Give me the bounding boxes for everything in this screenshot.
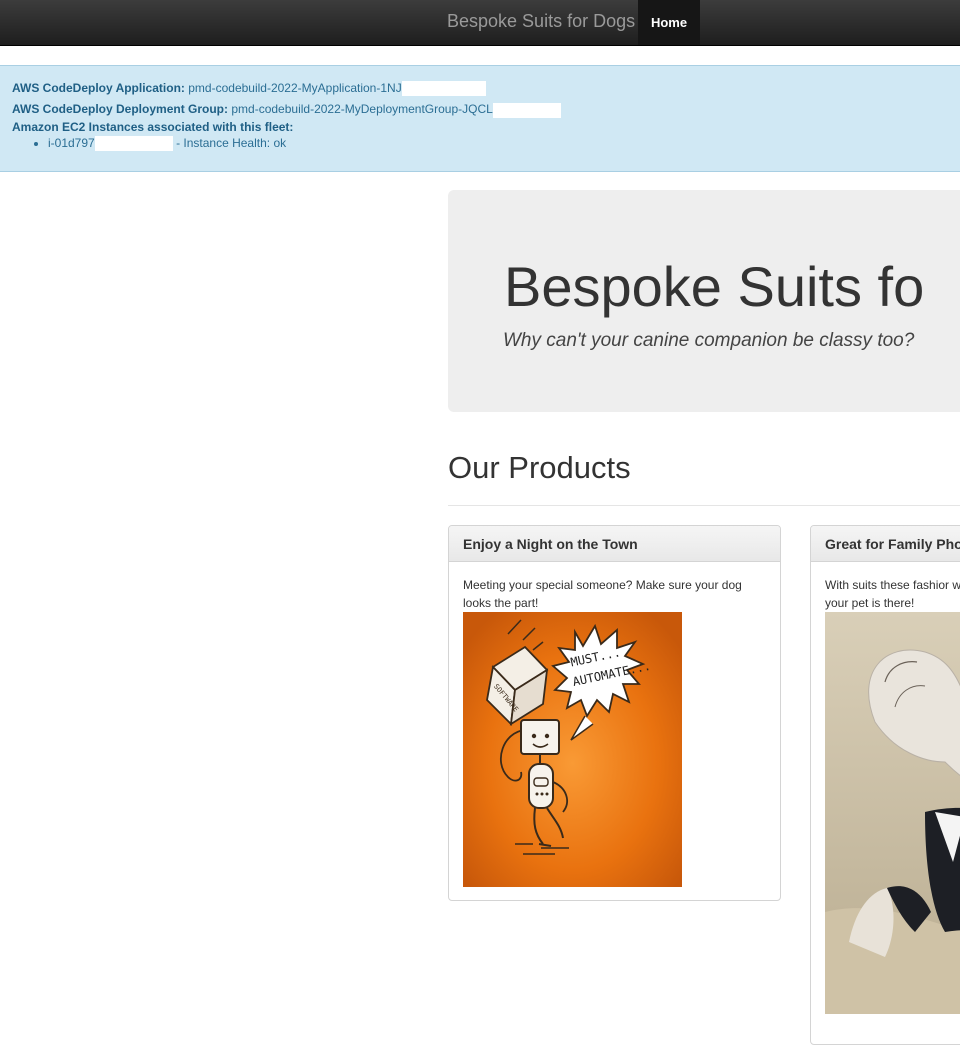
panel-body: With suits these fashior why your pet is… [811, 562, 960, 1014]
hero-title: Bespoke Suits fo [504, 255, 925, 318]
redacted-block [94, 135, 173, 151]
deployment-group-label: AWS CodeDeploy Deployment Group: [12, 102, 229, 117]
instances-heading: Amazon EC2 Instances associated with thi… [12, 120, 960, 134]
products-heading: Our Products [448, 450, 631, 485]
instance-health: - Instance Health: ok [176, 135, 287, 150]
product-panel-family-photos: Great for Family Pho With suits these fa… [810, 525, 960, 1045]
panel-heading: Great for Family Pho [811, 526, 960, 562]
instance-list: i-01d797 - Instance Health: ok [12, 136, 960, 151]
deployment-info-banner: AWS CodeDeploy Application: pmd-codebuil… [0, 65, 960, 172]
robot-automate-image: SOFTWARE MUST... AUTOMATE... [463, 612, 682, 887]
instance-id: i-01d797 [48, 135, 95, 150]
product-panel-night-on-town: Enjoy a Night on the Town Meeting your s… [448, 525, 781, 901]
application-info: AWS CodeDeploy Application: pmd-codebuil… [12, 81, 960, 97]
nav-home-link[interactable]: Home [638, 0, 700, 45]
redacted-block [401, 81, 486, 97]
dog-in-suit-image [825, 612, 960, 1014]
hero-jumbotron: Bespoke Suits fo Why can't your canine c… [448, 190, 960, 412]
application-value: pmd-codebuild-2022-MyApplication-1NJ [188, 81, 402, 95]
panel-body: Meeting your special someone? Make sure … [449, 562, 780, 887]
product-description: With suits these fashior why your pet is… [825, 578, 960, 610]
instances-label: Amazon EC2 Instances associated with thi… [12, 119, 294, 134]
instance-item: i-01d797 - Instance Health: ok [48, 136, 960, 151]
redacted-block [492, 102, 561, 118]
top-navbar: Bespoke Suits for Dogs Home [0, 0, 960, 46]
deployment-group-info: AWS CodeDeploy Deployment Group: pmd-cod… [12, 102, 960, 118]
product-description: Meeting your special someone? Make sure … [463, 578, 742, 610]
application-label: AWS CodeDeploy Application: [12, 81, 185, 95]
panel-heading: Enjoy a Night on the Town [449, 526, 780, 562]
brand-link[interactable]: Bespoke Suits for Dogs [447, 11, 635, 31]
hero-subtitle: Why can't your canine companion be class… [503, 330, 915, 351]
deployment-group-value: pmd-codebuild-2022-MyDeploymentGroup-JQC… [231, 102, 493, 117]
section-divider [448, 505, 960, 506]
